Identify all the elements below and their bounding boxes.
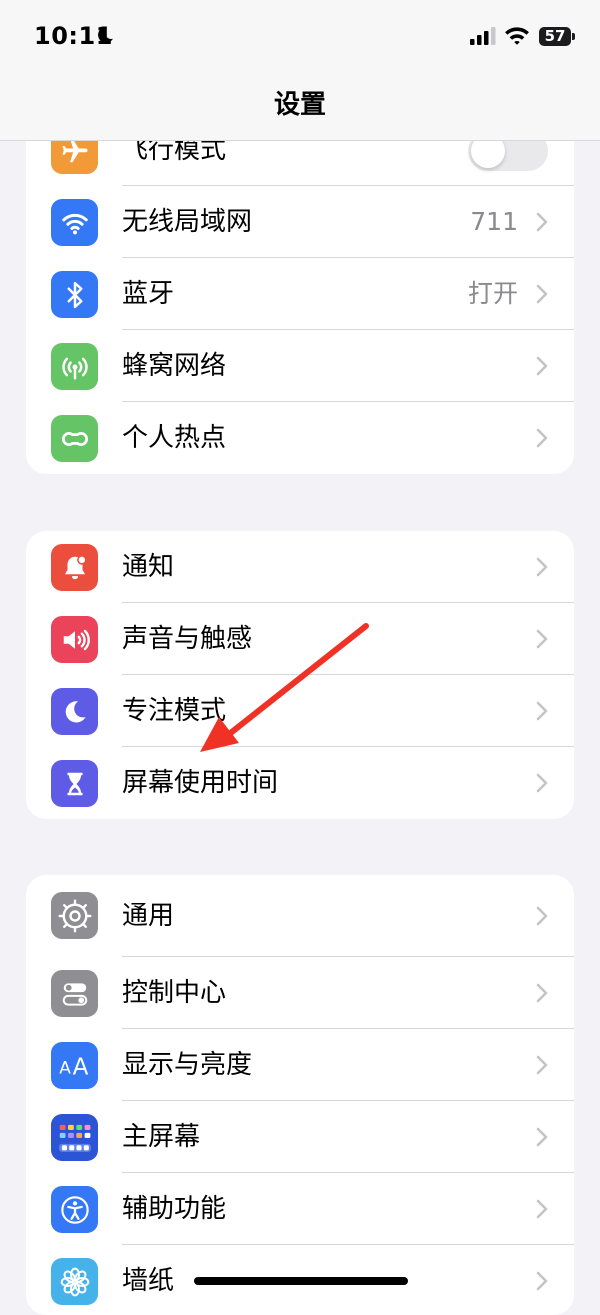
wifi-status-icon <box>505 27 529 45</box>
cellular-label: 蜂窝网络 <box>122 351 227 381</box>
row-sounds-haptics[interactable]: 声音与触感 <box>26 603 574 675</box>
row-cellular[interactable]: 蜂窝网络 <box>26 330 574 402</box>
wifi-icon <box>51 199 98 246</box>
chevron-right-icon <box>536 284 548 304</box>
control-center-label: 控制中心 <box>122 978 227 1008</box>
sounds-haptics-label: 声音与触感 <box>122 624 253 654</box>
home-screen-grid-icon <box>51 1114 98 1161</box>
row-notifications[interactable]: 通知 <box>26 531 574 603</box>
svg-text:A: A <box>59 1058 71 1078</box>
row-screen-time[interactable]: 屏幕使用时间 <box>26 747 574 819</box>
row-hotspot[interactable]: 个人热点 <box>26 402 574 474</box>
row-wlan[interactable]: 无线局域网 711 <box>26 186 574 258</box>
row-bluetooth[interactable]: 蓝牙 打开 <box>26 258 574 330</box>
chevron-right-icon <box>536 1055 548 1075</box>
chevron-right-icon <box>536 1199 548 1219</box>
battery-indicator: 57 <box>539 27 575 46</box>
chevron-right-icon <box>536 906 548 926</box>
toggles-icon <box>51 970 98 1017</box>
row-accessibility[interactable]: 辅助功能 <box>26 1173 574 1245</box>
row-focus[interactable]: 专注模式 <box>26 675 574 747</box>
home-indicator[interactable] <box>194 1277 408 1285</box>
screen-time-label: 屏幕使用时间 <box>122 768 279 798</box>
accessibility-label: 辅助功能 <box>122 1194 227 1224</box>
moon-icon <box>51 688 98 735</box>
chevron-right-icon <box>536 983 548 1003</box>
chevron-right-icon <box>536 629 548 649</box>
bluetooth-value: 打开 <box>467 279 518 308</box>
hourglass-icon <box>51 760 98 807</box>
wlan-label: 无线局域网 <box>122 207 253 237</box>
gear-icon <box>51 892 98 939</box>
navigation-bar: 设置 <box>0 76 600 141</box>
general-label: 通用 <box>122 901 175 931</box>
chevron-right-icon <box>536 557 548 577</box>
focus-moon-icon <box>98 27 113 43</box>
bluetooth-label: 蓝牙 <box>122 279 175 309</box>
connectivity-group: 飞行模式 无线局域网 711 蓝牙 打开 蜂窝网络 个人热点 <box>26 114 574 474</box>
notifications-group: 通知 声音与触感 专注模式 屏幕使用时间 <box>26 531 574 819</box>
row-control-center[interactable]: 控制中心 <box>26 957 574 1029</box>
bell-icon <box>51 544 98 591</box>
text-size-icon: AA <box>51 1042 98 1089</box>
bluetooth-icon <box>51 271 98 318</box>
svg-text:A: A <box>72 1054 88 1080</box>
wlan-value: 711 <box>470 207 518 236</box>
focus-label: 专注模式 <box>122 696 227 726</box>
chevron-right-icon <box>536 356 548 376</box>
chevron-right-icon <box>536 1127 548 1147</box>
settings-list[interactable]: 飞行模式 无线局域网 711 蓝牙 打开 蜂窝网络 个人热点 通知 声音与触感 … <box>0 0 600 1315</box>
chevron-right-icon <box>536 428 548 448</box>
chevron-right-icon <box>536 212 548 232</box>
status-bar: 10:11 57 <box>0 0 600 76</box>
row-general[interactable]: 通用 <box>26 875 574 957</box>
display-brightness-label: 显示与亮度 <box>122 1050 253 1080</box>
accessibility-icon <box>51 1186 98 1233</box>
speaker-icon <box>51 616 98 663</box>
cellular-signal-icon <box>470 27 496 45</box>
row-display-brightness[interactable]: AA 显示与亮度 <box>26 1029 574 1101</box>
hotspot-link-icon <box>51 415 98 462</box>
notifications-label: 通知 <box>122 552 175 582</box>
row-home-screen[interactable]: 主屏幕 <box>26 1101 574 1173</box>
cellular-antenna-icon <box>51 343 98 390</box>
chevron-right-icon <box>536 701 548 721</box>
chevron-right-icon <box>536 773 548 793</box>
page-title: 设置 <box>273 90 326 120</box>
wallpaper-label: 墙纸 <box>122 1266 175 1296</box>
hotspot-label: 个人热点 <box>122 423 227 453</box>
flower-icon <box>51 1258 98 1305</box>
chevron-right-icon <box>536 1271 548 1291</box>
home-screen-label: 主屏幕 <box>122 1122 201 1152</box>
general-group: 通用 控制中心 AA 显示与亮度 主屏幕 辅助功能 墙纸 <box>26 875 574 1315</box>
